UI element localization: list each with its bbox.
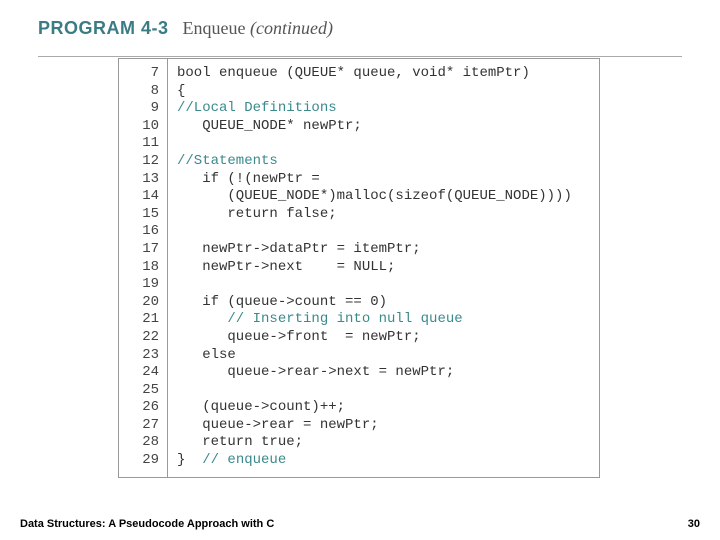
code-line: else: [167, 347, 599, 365]
program-title-continued: (continued): [250, 18, 333, 38]
footer: Data Structures: A Pseudocode Approach w…: [20, 518, 700, 530]
code-line: queue->front = newPtr;: [167, 329, 599, 347]
line-number: 17: [119, 241, 167, 259]
line-number: 25: [119, 382, 167, 400]
code-row: 24 queue->rear->next = newPtr;: [119, 364, 599, 382]
code-line: {: [167, 83, 599, 101]
code-line: queue->rear->next = newPtr;: [167, 364, 599, 382]
line-number: 28: [119, 434, 167, 452]
code-row: 22 queue->front = newPtr;: [119, 329, 599, 347]
code-line: //Local Definitions: [167, 100, 599, 118]
code-frame: 7bool enqueue (QUEUE* queue, void* itemP…: [118, 58, 600, 478]
line-number: 11: [119, 135, 167, 153]
code-row: 13 if (!(newPtr =: [119, 171, 599, 189]
line-number: 15: [119, 206, 167, 224]
code-row: 7bool enqueue (QUEUE* queue, void* itemP…: [119, 65, 599, 83]
code-row: 21 // Inserting into null queue: [119, 311, 599, 329]
code-row: 18 newPtr->next = NULL;: [119, 259, 599, 277]
line-number: 13: [119, 171, 167, 189]
code-row: 15 return false;: [119, 206, 599, 224]
code-row: 17 newPtr->dataPtr = itemPtr;: [119, 241, 599, 259]
code-row: 20 if (queue->count == 0): [119, 294, 599, 312]
code-row: 27 queue->rear = newPtr;: [119, 417, 599, 435]
code-line: QUEUE_NODE* newPtr;: [167, 118, 599, 136]
line-number: 9: [119, 100, 167, 118]
code-row: 8{: [119, 83, 599, 101]
code-row: 9//Local Definitions: [119, 100, 599, 118]
line-number: 12: [119, 153, 167, 171]
line-number: 19: [119, 276, 167, 294]
line-number: 21: [119, 311, 167, 329]
line-number: 24: [119, 364, 167, 382]
code-line: if (queue->count == 0): [167, 294, 599, 312]
line-number: 7: [119, 65, 167, 83]
code-line: [167, 135, 599, 153]
code-line: return true;: [167, 434, 599, 452]
code-line: // Inserting into null queue: [167, 311, 599, 329]
code-row: 14 (QUEUE_NODE*)malloc(sizeof(QUEUE_NODE…: [119, 188, 599, 206]
code-row: 26 (queue->count)++;: [119, 399, 599, 417]
line-number: 14: [119, 188, 167, 206]
slide: PROGRAM 4-3 Enqueue (continued) 7bool en…: [0, 0, 720, 540]
line-number: 29: [119, 452, 167, 470]
line-number: 10: [119, 118, 167, 136]
code-line: //Statements: [167, 153, 599, 171]
code-row: 12//Statements: [119, 153, 599, 171]
code-row: 29} // enqueue: [119, 452, 599, 470]
footer-page-number: 30: [688, 518, 700, 530]
footer-book-title: Data Structures: A Pseudocode Approach w…: [20, 518, 274, 530]
code-line: (queue->count)++;: [167, 399, 599, 417]
code-table: 7bool enqueue (QUEUE* queue, void* itemP…: [119, 65, 599, 471]
program-header: PROGRAM 4-3 Enqueue (continued): [38, 18, 682, 57]
code-row: 11: [119, 135, 599, 153]
code-row: 10 QUEUE_NODE* newPtr;: [119, 118, 599, 136]
code-line: queue->rear = newPtr;: [167, 417, 599, 435]
code-line: (QUEUE_NODE*)malloc(sizeof(QUEUE_NODE)))…: [167, 188, 599, 206]
code-row: 25: [119, 382, 599, 400]
code-line: [167, 382, 599, 400]
code-line: newPtr->dataPtr = itemPtr;: [167, 241, 599, 259]
code-line: newPtr->next = NULL;: [167, 259, 599, 277]
line-number: 22: [119, 329, 167, 347]
line-number: 8: [119, 83, 167, 101]
code-line: return false;: [167, 206, 599, 224]
program-title: Enqueue (continued): [183, 18, 333, 39]
program-title-main: Enqueue: [183, 18, 246, 38]
code-line: } // enqueue: [167, 452, 599, 470]
code-line: [167, 223, 599, 241]
code-line: [167, 276, 599, 294]
line-number: 18: [119, 259, 167, 277]
code-line: bool enqueue (QUEUE* queue, void* itemPt…: [167, 65, 599, 83]
code-row: 16: [119, 223, 599, 241]
program-label: PROGRAM 4-3: [38, 18, 169, 39]
line-number: 26: [119, 399, 167, 417]
code-row: 23 else: [119, 347, 599, 365]
code-line: if (!(newPtr =: [167, 171, 599, 189]
line-number: 27: [119, 417, 167, 435]
line-number: 20: [119, 294, 167, 312]
line-number: 23: [119, 347, 167, 365]
code-row: 28 return true;: [119, 434, 599, 452]
line-number: 16: [119, 223, 167, 241]
code-row: 19: [119, 276, 599, 294]
